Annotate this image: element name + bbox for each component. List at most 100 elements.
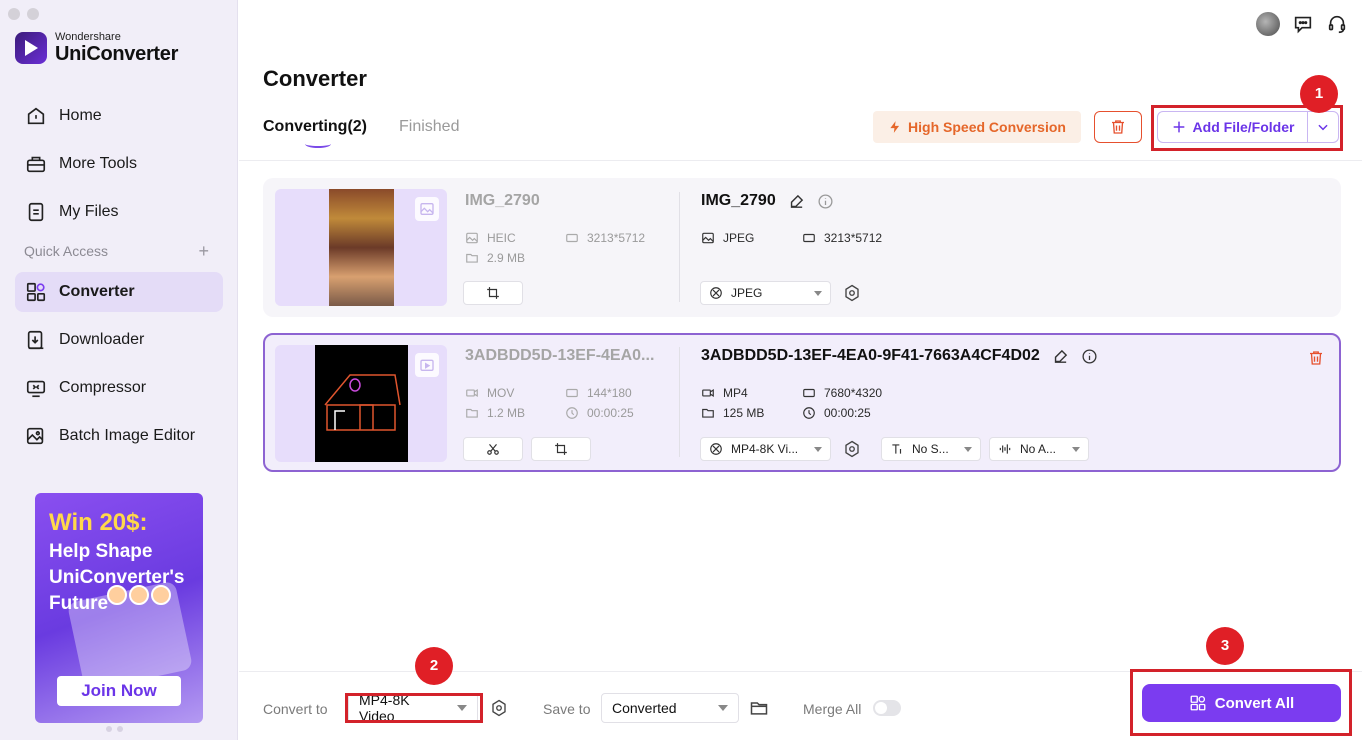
source-duration-value: 00:00:25 xyxy=(587,406,634,420)
merge-all-toggle[interactable] xyxy=(873,700,901,716)
card-separator xyxy=(679,347,680,457)
output-format-value: MP4 xyxy=(723,386,748,400)
output-preset-dropdown[interactable]: JPEG xyxy=(700,281,831,305)
tab-converting[interactable]: Converting(2) xyxy=(263,118,367,148)
source-format-value: MOV xyxy=(487,386,515,400)
support-headset-icon[interactable] xyxy=(1326,13,1348,35)
close-window-button[interactable] xyxy=(8,8,20,20)
file-card[interactable]: 3ADBDD5D-13EF-4EA0... MOV 144*180 1.2 MB… xyxy=(263,333,1341,472)
compress-icon xyxy=(26,380,46,398)
sidebar-item-label: Downloader xyxy=(59,331,145,348)
source-size-value: 1.2 MB xyxy=(487,406,526,420)
subtitle-dropdown[interactable]: No S... xyxy=(881,437,981,461)
sidebar-item-home[interactable]: Home xyxy=(15,96,223,136)
caret-down-icon xyxy=(1072,446,1080,452)
sidebar-item-label: More Tools xyxy=(59,155,137,172)
join-now-button[interactable]: Join Now xyxy=(57,676,181,706)
brand-small: Wondershare xyxy=(55,31,121,43)
info-icon[interactable] xyxy=(1081,348,1098,365)
source-resolution-value: 144*180 xyxy=(587,386,632,400)
source-size: 1.2 MB xyxy=(465,406,525,420)
annotation-number-2: 2 xyxy=(415,647,453,685)
sidebar-item-downloader[interactable]: Downloader xyxy=(15,320,223,360)
audio-waveform-icon xyxy=(999,444,1011,454)
converter-tabs: Converting(2) Finished xyxy=(263,118,459,148)
output-format: MP4 xyxy=(701,386,748,400)
output-file-name-row: IMG_2790 xyxy=(701,192,834,210)
delete-file-icon[interactable] xyxy=(1307,349,1325,367)
promo-subtitle: Help Shape UniConverter's Future xyxy=(49,541,185,614)
add-quick-access-icon[interactable]: + xyxy=(198,241,209,262)
trim-button[interactable] xyxy=(463,437,523,461)
file-icon xyxy=(28,202,44,222)
subtitle-text-icon xyxy=(892,444,902,454)
sidebar-nav: Home More Tools My Files Quick Access + … xyxy=(15,96,223,464)
app-logo: Wondershare UniConverter xyxy=(15,31,178,65)
image-edit-icon xyxy=(26,427,44,445)
output-resolution-value: 3213*5712 xyxy=(824,231,883,245)
delete-all-button[interactable] xyxy=(1094,111,1142,143)
sidebar-item-label: Converter xyxy=(59,283,135,300)
promo-banner[interactable]: Win 20$: Help Shape UniConverter's Futur… xyxy=(35,493,203,723)
file-thumbnail[interactable] xyxy=(275,345,447,462)
output-preset-dropdown[interactable]: MP4-8K Vi... xyxy=(700,437,831,461)
info-icon[interactable] xyxy=(817,193,834,210)
output-resolution-value: 7680*4320 xyxy=(824,386,883,400)
caret-down-icon xyxy=(814,290,822,296)
trash-icon xyxy=(1112,120,1124,134)
subtitle-value: No S... xyxy=(912,442,949,456)
clock-icon xyxy=(566,407,578,419)
output-format: JPEG xyxy=(701,231,754,245)
promo-dot[interactable] xyxy=(117,726,123,732)
video-type-icon xyxy=(415,353,439,377)
merge-all-label: Merge All xyxy=(803,701,862,717)
brand-big: UniConverter xyxy=(55,43,179,65)
sidebar-item-more-tools[interactable]: More Tools xyxy=(15,144,223,184)
crop-button[interactable] xyxy=(531,437,591,461)
file-card[interactable]: IMG_2790 HEIC 3213*5712 2.9 MB IMG_2790 … xyxy=(263,178,1341,317)
convert-settings-gear-icon[interactable] xyxy=(490,699,508,717)
source-size: 2.9 MB xyxy=(465,251,525,265)
output-preset-value: JPEG xyxy=(731,286,763,300)
video-preview-house xyxy=(315,345,408,462)
source-resolution-value: 3213*5712 xyxy=(587,231,646,245)
settings-gear-icon[interactable] xyxy=(843,440,861,458)
source-format: HEIC xyxy=(465,231,516,245)
edit-icon[interactable] xyxy=(1052,348,1069,365)
sidebar-item-batch-image-editor[interactable]: Batch Image Editor xyxy=(15,416,223,456)
edit-icon[interactable] xyxy=(788,193,805,210)
caret-down-icon xyxy=(964,446,972,452)
output-duration: 00:00:25 xyxy=(802,406,871,420)
avatar[interactable] xyxy=(1256,12,1280,36)
open-folder-icon[interactable] xyxy=(749,698,769,718)
lightning-icon xyxy=(890,121,900,133)
toolbox-icon xyxy=(26,156,46,173)
message-icon[interactable] xyxy=(1292,13,1314,35)
sidebar-item-my-files[interactable]: My Files xyxy=(15,192,223,232)
audio-track-value: No A... xyxy=(1020,442,1057,456)
high-speed-conversion-button[interactable]: High Speed Conversion xyxy=(873,111,1081,143)
folder-icon xyxy=(466,408,478,418)
save-to-dropdown[interactable]: Converted xyxy=(601,693,739,723)
sidebar-item-label: Batch Image Editor xyxy=(59,427,196,444)
audio-track-dropdown[interactable]: No A... xyxy=(989,437,1089,461)
sidebar-item-compressor[interactable]: Compressor xyxy=(15,368,223,408)
resolution-icon xyxy=(803,233,815,243)
output-file-name: IMG_2790 xyxy=(701,192,776,209)
output-preset-value: MP4-8K Vi... xyxy=(731,442,799,456)
tab-finished[interactable]: Finished xyxy=(399,118,459,136)
sidebar-item-converter[interactable]: Converter xyxy=(15,272,223,312)
source-file-name: 3ADBDD5D-13EF-4EA0... xyxy=(465,347,655,364)
source-resolution: 144*180 xyxy=(565,386,632,400)
video-camera-icon xyxy=(702,389,714,397)
image-type-icon xyxy=(415,197,439,221)
output-duration-value: 00:00:25 xyxy=(824,406,871,420)
crop-button[interactable] xyxy=(463,281,523,305)
source-size-value: 2.9 MB xyxy=(487,251,526,265)
settings-gear-icon[interactable] xyxy=(843,284,861,302)
minimize-window-button[interactable] xyxy=(27,8,39,20)
annotation-box-2 xyxy=(345,693,483,723)
file-thumbnail[interactable] xyxy=(275,189,447,306)
promo-dot[interactable] xyxy=(106,726,112,732)
output-size-value: 125 MB xyxy=(723,406,765,420)
